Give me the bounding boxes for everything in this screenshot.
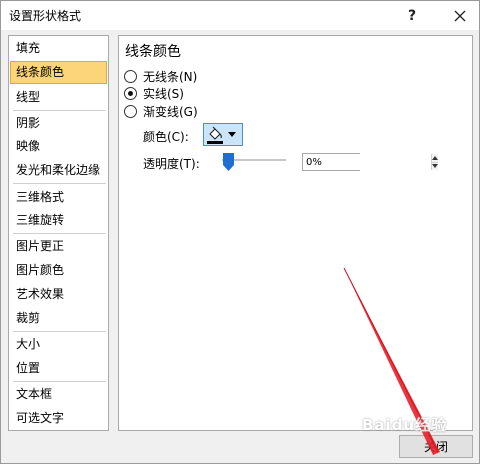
increment-button[interactable] [432, 154, 438, 163]
category-3d-rotation[interactable]: 三维旋转 [10, 209, 107, 232]
category-list: 填充 线条颜色 线型 阴影 映像 发光和柔化边缘 三维格式 三维旋转 图片更正 … [8, 35, 109, 431]
gradient-line-label: 渐变线(G) [143, 104, 198, 119]
separator [13, 183, 106, 184]
category-alt-text[interactable]: 可选文字 [10, 407, 107, 430]
category-picture-corrections[interactable]: 图片更正 [10, 235, 107, 258]
category-crop[interactable]: 裁剪 [10, 307, 107, 330]
transparency-input[interactable] [303, 154, 431, 170]
category-shadow[interactable]: 阴影 [10, 112, 107, 135]
close-button[interactable]: 关闭 [399, 435, 473, 458]
line-color-panel: 线条颜色 无线条(N) 实线(S) 渐变线(G) 颜色(C): 透明度(T): [118, 35, 473, 431]
dialog-title: 设置形状格式 [9, 9, 82, 23]
help-button[interactable]: ? [397, 1, 427, 30]
color-picker-button[interactable] [203, 123, 243, 146]
solid-line-option[interactable]: 实线(S) [124, 84, 184, 102]
no-line-option[interactable]: 无线条(N) [124, 67, 197, 85]
separator [13, 233, 106, 234]
color-label: 颜色(C): [143, 130, 189, 144]
spin-buttons [431, 154, 438, 170]
radio-solid-line[interactable] [124, 86, 137, 100]
no-line-label: 无线条(N) [143, 69, 198, 84]
close-window-button[interactable] [441, 1, 479, 30]
paint-bucket-icon [207, 126, 223, 144]
radio-no-line[interactable] [124, 69, 137, 83]
chevron-down-icon [228, 132, 236, 137]
category-reflection[interactable]: 映像 [10, 135, 107, 158]
category-size[interactable]: 大小 [10, 333, 107, 356]
separator [13, 110, 106, 111]
category-line-style[interactable]: 线型 [10, 86, 107, 109]
caret-down-icon [432, 164, 438, 169]
category-glow-soft-edges[interactable]: 发光和柔化边缘 [10, 159, 107, 182]
separator [13, 331, 106, 332]
category-3d-format[interactable]: 三维格式 [10, 186, 107, 209]
category-artistic-effects[interactable]: 艺术效果 [10, 283, 107, 306]
solid-line-label: 实线(S) [143, 86, 184, 101]
transparency-spinbox [302, 153, 438, 171]
category-line-color[interactable]: 线条颜色 [10, 61, 107, 84]
gradient-line-option[interactable]: 渐变线(G) [124, 102, 198, 120]
category-text-box[interactable]: 文本框 [10, 383, 107, 406]
decrement-button[interactable] [432, 162, 438, 170]
radio-gradient-line[interactable] [124, 104, 137, 118]
category-position[interactable]: 位置 [10, 357, 107, 380]
transparency-slider-thumb[interactable] [223, 153, 234, 171]
transparency-label: 透明度(T): [143, 157, 200, 171]
panel-title: 线条颜色 [125, 44, 181, 60]
close-icon [454, 10, 466, 21]
separator [13, 381, 106, 382]
category-picture-color[interactable]: 图片颜色 [10, 259, 107, 282]
format-shape-dialog: 设置形状格式 ? 填充 线条颜色 线型 阴影 映像 发光和柔化边缘 三维格式 三… [0, 0, 480, 464]
title-bar: 设置形状格式 ? [1, 1, 479, 30]
category-fill[interactable]: 填充 [10, 37, 107, 60]
caret-up-icon [432, 155, 438, 160]
